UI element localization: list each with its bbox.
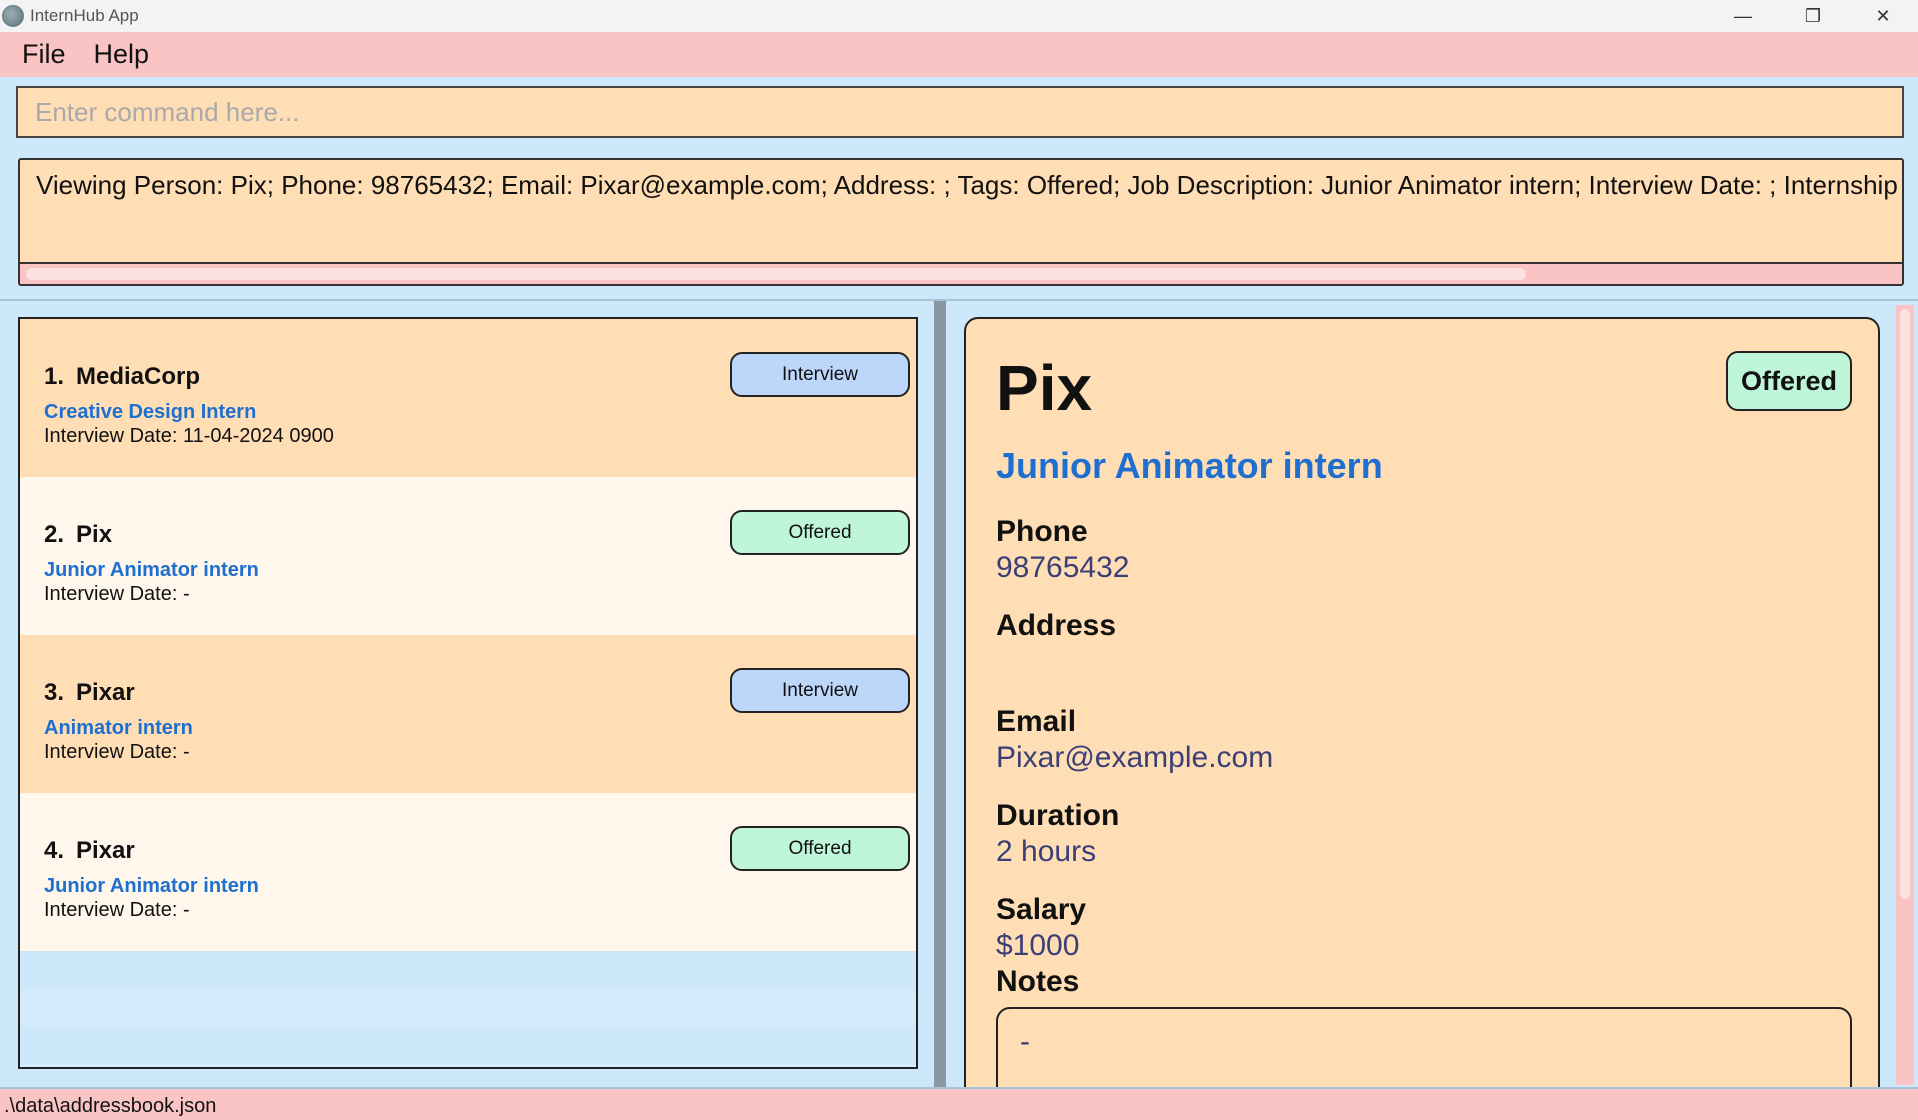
detail-panel[interactable]: Pix Offered Junior Animator intern Phone… [946, 301, 1918, 1089]
status-badge: Offered [730, 826, 910, 871]
item-role: Creative Design Intern [44, 401, 257, 423]
result-scrollbar-thumb[interactable] [26, 268, 1526, 280]
address-label: Address [996, 609, 1117, 642]
close-icon[interactable]: ✕ [1848, 0, 1918, 32]
detail-status-badge: Offered [1726, 351, 1852, 411]
duration-value: 2 hours [996, 835, 1097, 868]
status-badge: Interview [730, 352, 910, 397]
item-role: Junior Animator intern [44, 875, 259, 897]
result-text: Viewing Person: Pix; Phone: 98765432; Em… [36, 170, 1902, 200]
item-company: Pixar [76, 837, 135, 864]
list-item[interactable]: 4. Pixar Junior Animator intern Interview… [20, 793, 916, 951]
detail-role: Junior Animator intern [996, 445, 1383, 486]
notes-label: Notes [996, 965, 1080, 998]
duration-label: Duration [996, 799, 1120, 832]
save-file-path: .\data\addressbook.json [4, 1095, 217, 1117]
detail-scrollbar-thumb[interactable] [1900, 309, 1910, 899]
app-logo-icon [2, 5, 24, 27]
item-role: Junior Animator intern [44, 559, 259, 581]
result-display[interactable]: Viewing Person: Pix; Phone: 98765432; Em… [18, 158, 1904, 286]
menu-file[interactable]: File [22, 39, 66, 70]
item-interview-date: Interview Date: - [44, 741, 190, 763]
menu-help[interactable]: Help [94, 39, 150, 70]
window-title: InternHub App [30, 6, 139, 25]
item-company: Pix [76, 521, 113, 548]
item-index: 3. [44, 679, 65, 706]
item-title: 2. Pix [44, 521, 112, 549]
item-index: 2. [44, 521, 65, 548]
list-item[interactable]: 1. MediaCorp Creative Design Intern Inter… [20, 319, 916, 477]
item-title: 4. Pixar [44, 837, 135, 865]
salary-label: Salary [996, 893, 1087, 926]
email-label: Email [996, 705, 1077, 738]
status-badge: Offered [730, 510, 910, 555]
list-item[interactable]: 2. Pix Junior Animator intern Interview D… [20, 477, 916, 635]
item-index: 4. [44, 837, 65, 864]
item-company: Pixar [76, 679, 135, 706]
window-controls: — ❐ ✕ [1708, 0, 1918, 32]
notes-box: - [996, 1007, 1852, 1089]
internship-list[interactable]: 1. MediaCorp Creative Design Intern Inter… [18, 317, 918, 1069]
phone-label: Phone [996, 515, 1088, 548]
list-empty-area [20, 951, 916, 1067]
item-interview-date: Interview Date: - [44, 899, 190, 921]
item-role: Animator intern [44, 717, 193, 739]
menu-bar: File Help [0, 32, 1918, 77]
command-input[interactable] [16, 86, 1904, 138]
status-badge: Interview [730, 668, 910, 713]
item-title: 3. Pixar [44, 679, 135, 707]
detail-vertical-scrollbar[interactable] [1896, 305, 1914, 1085]
restore-icon[interactable]: ❐ [1778, 0, 1848, 32]
main-area: 1. MediaCorp Creative Design Intern Inter… [0, 299, 1918, 1089]
item-interview-date: Interview Date: - [44, 583, 190, 605]
notes-value: - [1020, 1025, 1030, 1058]
command-area: Viewing Person: Pix; Phone: 98765432; Em… [0, 77, 1918, 299]
phone-value: 98765432 [996, 551, 1130, 584]
result-horizontal-scrollbar[interactable] [20, 262, 1902, 284]
title-bar: InternHub App — ❐ ✕ [0, 0, 1918, 32]
item-index: 1. [44, 363, 65, 390]
salary-value: $1000 [996, 929, 1080, 962]
status-bar: .\data\addressbook.json [0, 1087, 1918, 1120]
item-interview-date: Interview Date: 11-04-2024 0900 [44, 425, 334, 447]
minimize-icon[interactable]: — [1708, 0, 1778, 32]
email-value: Pixar@example.com [996, 741, 1274, 774]
detail-name: Pix [996, 352, 1093, 424]
item-company: MediaCorp [76, 363, 201, 390]
split-pane-divider[interactable] [934, 301, 946, 1089]
item-title: 1. MediaCorp [44, 363, 200, 391]
list-item[interactable]: 3. Pixar Animator intern Interview Date: … [20, 635, 916, 793]
detail-card: Pix Offered Junior Animator intern Phone… [964, 317, 1880, 1089]
